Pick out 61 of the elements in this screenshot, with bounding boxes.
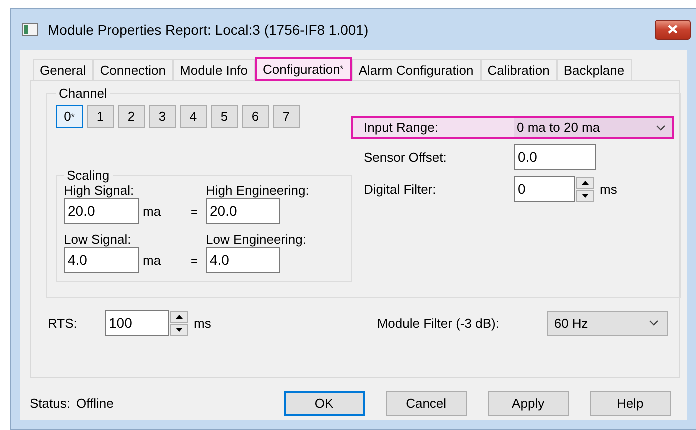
window-icon — [22, 23, 38, 36]
engineering-field[interactable]: 4.0 — [206, 247, 280, 273]
channel-button[interactable]: 0$^{*}$ — [56, 105, 83, 128]
dialog-button[interactable]: OK — [284, 391, 365, 416]
tab[interactable]: Configuration$^{*}$ — [254, 57, 352, 81]
unit-label: ms — [600, 182, 618, 196]
channel-button[interactable]: 5 — [211, 105, 238, 128]
caret-down-icon — [176, 328, 182, 332]
channel-button[interactable]: 7 — [273, 105, 300, 128]
caret-up-icon — [582, 180, 588, 184]
signal-label: Low Signal: — [64, 232, 132, 247]
field-label: RTS: — [47, 316, 78, 330]
chevron-down-icon — [656, 124, 666, 130]
dialog-button[interactable]: Apply — [488, 391, 569, 416]
channel-button[interactable]: 2 — [118, 105, 145, 128]
chevron-down-icon — [649, 320, 660, 326]
spin-down-button[interactable] — [576, 190, 594, 202]
close-button[interactable] — [655, 20, 691, 40]
close-icon — [668, 25, 678, 34]
channel-button[interactable]: 6 — [242, 105, 269, 128]
sensor-offset-field[interactable]: 0.0 — [514, 144, 596, 170]
unit-label: ma — [142, 204, 162, 221]
spin-down-button[interactable] — [170, 324, 188, 336]
dialog-button[interactable]: Cancel — [386, 391, 467, 416]
field-label: Sensor Offset: — [363, 150, 448, 164]
group-label: Channel — [58, 86, 108, 101]
group-label: Scaling — [66, 168, 111, 183]
signal-label: High Signal: — [64, 183, 136, 198]
field-label: Module Filter (-3 dB): — [377, 316, 500, 330]
field-label: Input Range: — [363, 120, 440, 135]
caret-up-icon — [176, 314, 182, 318]
engineering-label: Low Engineering: — [206, 232, 308, 247]
equals-sign: = — [191, 254, 200, 270]
tab[interactable]: Backplane — [556, 59, 632, 80]
module-filter-dropdown[interactable]: 60 Hz — [547, 310, 668, 336]
field-label: Digital Filter: — [363, 182, 438, 196]
status-label: Status: — [30, 396, 70, 411]
channel-button[interactable]: 4 — [180, 105, 207, 128]
tab[interactable]: Connection — [93, 59, 174, 80]
window-title: Module Properties Report: Local:3 (1756-IF8 1.001) — [48, 22, 370, 38]
unit-label: ms — [194, 316, 212, 330]
spin-up-button[interactable] — [170, 310, 188, 322]
caret-down-icon — [582, 194, 588, 198]
channel-button[interactable]: 1 — [87, 105, 114, 128]
signal-field[interactable]: 20.0 — [64, 198, 139, 224]
equals-sign: = — [191, 205, 200, 221]
signal-field[interactable]: 4.0 — [64, 247, 139, 273]
engineering-field[interactable]: 20.0 — [206, 198, 280, 224]
spin-up-button[interactable] — [576, 176, 594, 188]
dialog-button[interactable]: Help — [590, 391, 671, 416]
tab[interactable]: Calibration — [480, 59, 557, 80]
tab[interactable]: Alarm Configuration — [352, 59, 481, 80]
tab[interactable]: Module Info — [173, 59, 255, 80]
input-range-dropdown[interactable]: 0 ma to 20 ma — [514, 118, 672, 137]
channel-button[interactable]: 3 — [149, 105, 176, 128]
engineering-label: High Engineering: — [206, 183, 310, 198]
digital-filter-field[interactable]: 0 — [514, 176, 575, 202]
tab[interactable]: General — [33, 59, 94, 80]
rts-field[interactable]: 100 — [105, 310, 169, 336]
status-value: Offline — [76, 396, 114, 411]
unit-label: ma — [142, 253, 162, 270]
